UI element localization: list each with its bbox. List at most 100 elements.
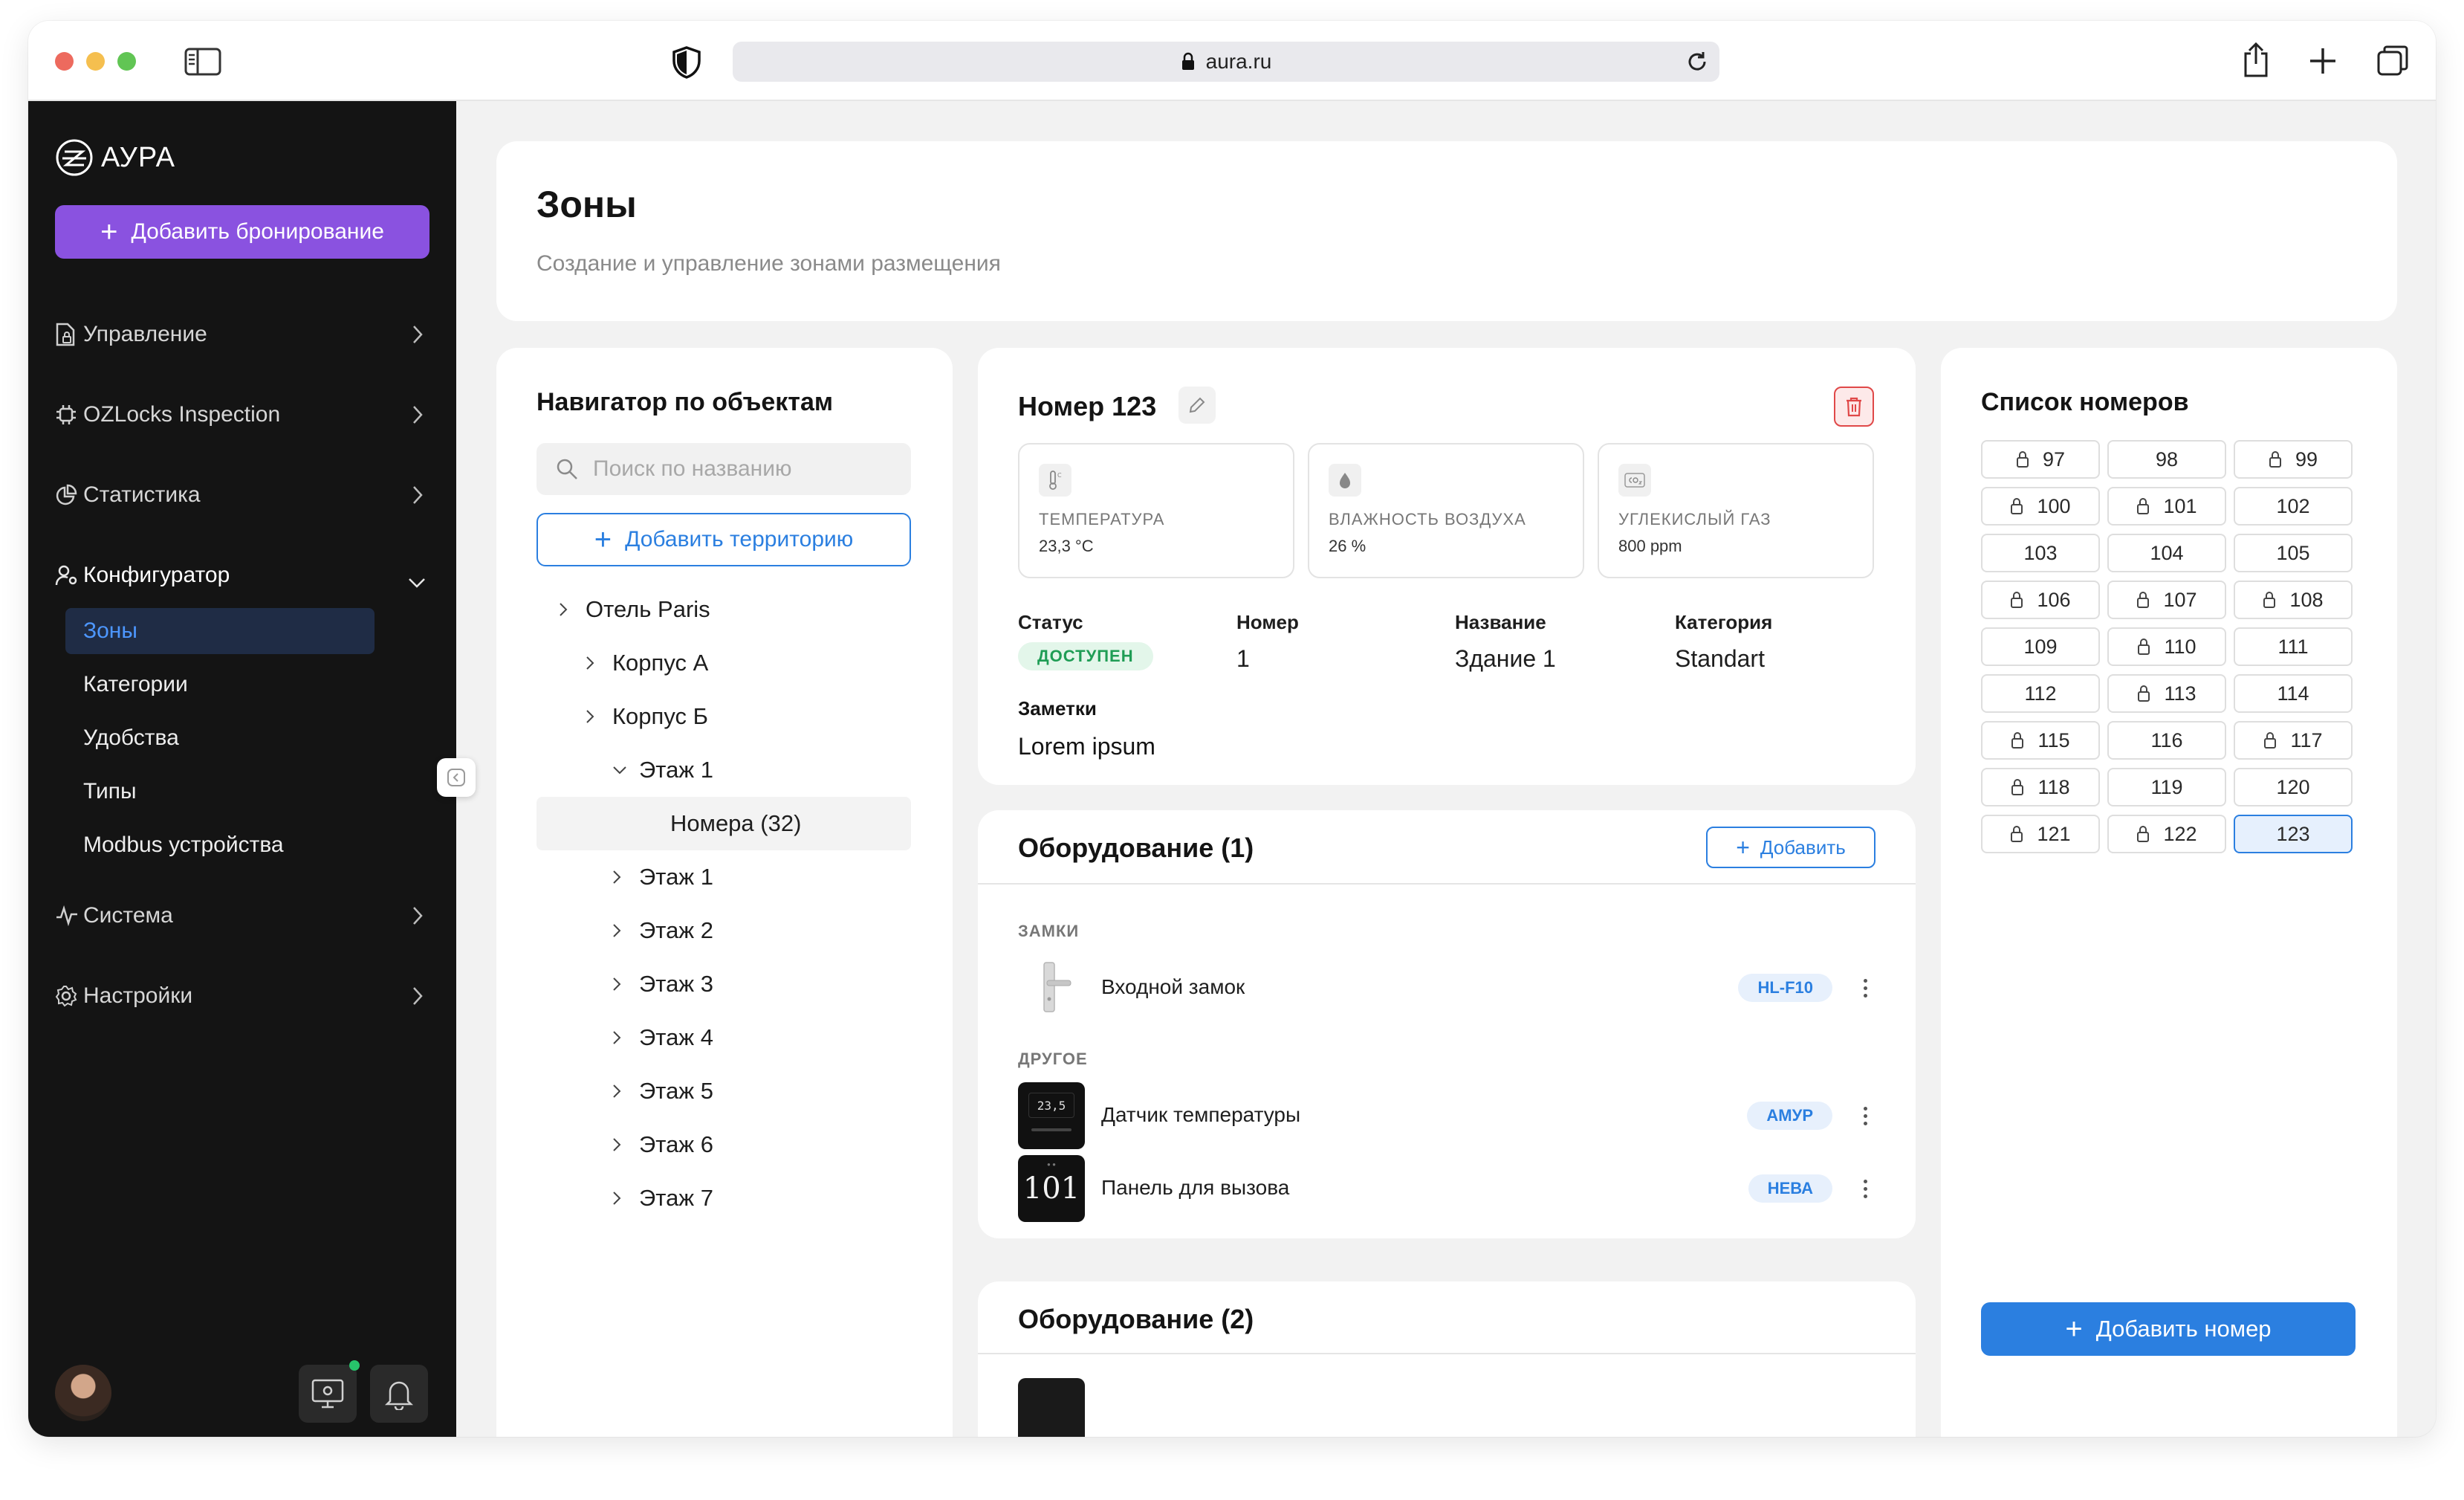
object-navigator: Навигатор по объектам Поиск по названию … [496,348,953,1437]
room-chip-100[interactable]: 100 [1981,487,2100,526]
add-territory-button[interactable]: + Добавить территорию [536,513,911,566]
room-number: 107 [2163,588,2197,611]
tree-item-label: Корпус Б [612,703,708,729]
equipment-title: Оборудование (2) [1018,1304,1254,1334]
room-chip-116[interactable]: 116 [2107,721,2226,760]
room-chip-98[interactable]: 98 [2107,440,2226,479]
room-chip-119[interactable]: 119 [2107,768,2226,806]
pulse-icon [55,905,83,926]
tree-item-building-a[interactable]: Корпус А [536,636,911,690]
room-chip-122[interactable]: 122 [2107,815,2226,853]
sidebar-item-configurator[interactable]: Конфигуратор [55,553,429,598]
new-tab-icon[interactable] [2308,46,2338,76]
add-room-button[interactable]: + Добавить номер [1981,1302,2356,1356]
zoom-window-button[interactable] [117,52,136,71]
room-chip-103[interactable]: 103 [1981,534,2100,572]
tree-item-hotel[interactable]: Отель Paris [536,583,911,636]
sidebar-subitem-zones[interactable]: Зоны [65,608,375,654]
plus-icon: + [2065,1312,2083,1345]
room-chip-114[interactable]: 114 [2234,674,2353,713]
room-chip-111[interactable]: 111 [2234,627,2353,666]
tree-item-floor[interactable]: Этаж 2 [536,904,911,957]
room-chip-113[interactable]: 113 [2107,674,2226,713]
sidebar-item-system[interactable]: Система [55,893,429,938]
add-booking-button[interactable]: + Добавить бронирование [55,205,429,259]
room-chip-108[interactable]: 108 [2234,581,2353,619]
notifications-button[interactable] [370,1365,428,1423]
room-number: 120 [2276,775,2310,798]
delete-room-button[interactable] [1834,387,1874,427]
room-chip-120[interactable]: 120 [2234,768,2353,806]
chevron-right-icon [559,602,586,617]
equipment-row-call-panel[interactable]: ● ● 101 Панель для вызова НЕВА [1018,1155,1873,1222]
add-equipment-label: Добавить [1760,835,1846,859]
avatar[interactable] [55,1365,111,1421]
room-chip-121[interactable]: 121 [1981,815,2100,853]
room-number: 109 [2023,635,2058,658]
pie-chart-icon [55,484,83,506]
tree-item-rooms[interactable]: Номера (32) [536,797,911,850]
panel-display: 101 [1022,1171,1080,1206]
tree-item-floor[interactable]: Этаж 1 [536,850,911,904]
tree-item-floor[interactable]: Этаж 3 [536,957,911,1011]
shield-icon[interactable] [672,46,701,79]
sidebar-subitem-types[interactable]: Типы [65,769,375,815]
sidebar-subitem-categories[interactable]: Категории [65,662,375,708]
sidebar-subitem-modbus-devices[interactable]: Modbus устройства [65,822,375,868]
tree-item-floor[interactable]: Этаж 4 [536,1011,911,1064]
tree-item-label: Этаж 4 [639,1024,713,1050]
room-chip-107[interactable]: 107 [2107,581,2226,619]
room-chip-97[interactable]: 97 [1981,440,2100,479]
search-placeholder: Поиск по названию [593,456,792,481]
room-chip-118[interactable]: 118 [1981,768,2100,806]
svg-text:C: C [1057,472,1062,479]
sidebar-subitem-amenities[interactable]: Удобства [65,715,375,761]
room-chip-109[interactable]: 109 [1981,627,2100,666]
room-chip-101[interactable]: 101 [2107,487,2226,526]
room-chip-117[interactable]: 117 [2234,721,2353,760]
room-chip-102[interactable]: 102 [2234,487,2353,526]
lock-icon [1181,52,1196,71]
equipment-row-entrance-lock[interactable]: Входной замок HL-F10 [1018,954,1873,1021]
tree-item-floor[interactable]: Этаж 5 [536,1064,911,1118]
room-chip-104[interactable]: 104 [2107,534,2226,572]
close-window-button[interactable] [55,52,74,71]
room-chip-115[interactable]: 115 [1981,721,2100,760]
tree-item-building-b[interactable]: Корпус Б [536,690,911,743]
lock-icon [2137,498,2150,514]
minimize-window-button[interactable] [86,52,105,71]
more-options-icon[interactable] [1858,974,1873,1002]
room-chip-105[interactable]: 105 [2234,534,2353,572]
sidebar-item-management[interactable]: Управление [55,312,429,357]
tabs-overview-icon[interactable] [2376,45,2409,77]
share-icon[interactable] [2241,42,2271,79]
equipment-row-temperature-sensor[interactable]: 23,5 Датчик температуры АМУР [1018,1082,1873,1149]
devices-button[interactable] [299,1365,357,1423]
name-value: Здание 1 [1455,645,1556,672]
reload-icon[interactable] [1685,50,1709,79]
room-chip-123[interactable]: 123 [2234,815,2353,853]
tree-item-floor[interactable]: Этаж 7 [536,1171,911,1225]
room-chip-112[interactable]: 112 [1981,674,2100,713]
tree-item-floor[interactable]: Этаж 6 [536,1118,911,1171]
more-options-icon[interactable] [1858,1174,1873,1203]
collapse-sidebar-button[interactable] [437,758,476,797]
search-input[interactable]: Поиск по названию [536,443,911,495]
lock-icon [2137,826,2150,842]
address-bar[interactable]: aura.ru [733,42,1719,82]
more-options-icon[interactable] [1858,1102,1873,1130]
app-logo[interactable]: АУРА [55,138,175,177]
sidebar-item-settings[interactable]: Настройки [55,974,429,1018]
sidebar-subitem-label: Типы [83,779,137,804]
sidebar-item-ozlocks-inspection[interactable]: OZLocks Inspection [55,392,429,437]
sidebar-toggle-icon[interactable] [184,48,221,76]
add-equipment-button[interactable]: + Добавить [1706,827,1875,868]
tree-item-floor-1-expanded[interactable]: Этаж 1 [536,743,911,797]
edit-room-button[interactable] [1178,387,1216,424]
sidebar-item-statistics[interactable]: Статистика [55,473,429,517]
room-chip-110[interactable]: 110 [2107,627,2226,666]
lock-icon [2011,732,2024,749]
room-chip-106[interactable]: 106 [1981,581,2100,619]
sidebar-subitem-label: Категории [83,672,188,696]
room-chip-99[interactable]: 99 [2234,440,2353,479]
